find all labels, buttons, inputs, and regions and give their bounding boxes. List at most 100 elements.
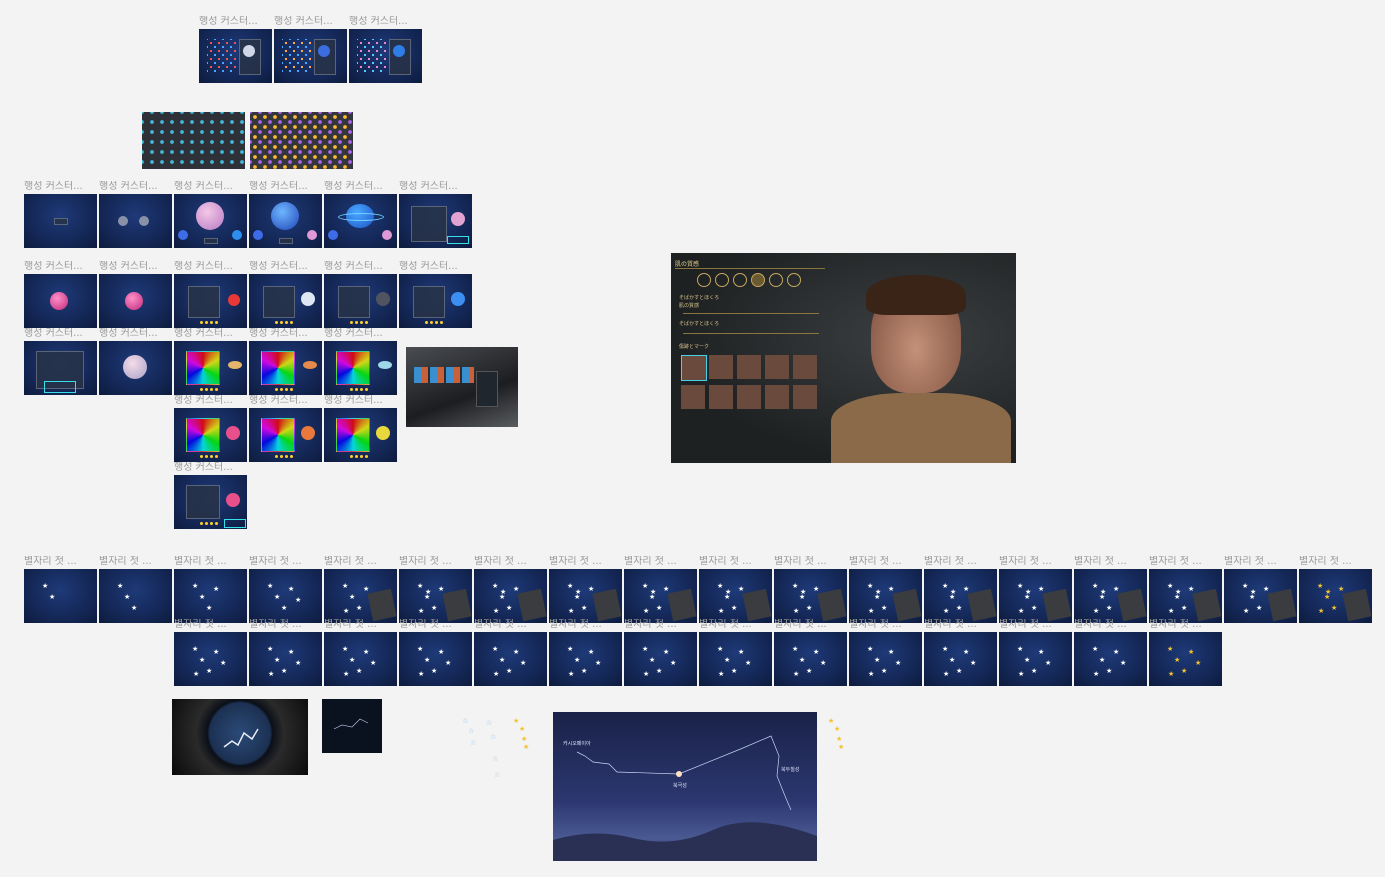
sky-label-polaris: 북극성 [673, 783, 687, 789]
planet-frame[interactable]: 행성 커스터... [324, 181, 397, 248]
constellation-frame[interactable]: 별자리 첫 ...★★★★★★ [1074, 619, 1147, 686]
planet-frame[interactable]: 행성 커스터... [349, 16, 422, 83]
star-icon: ★ [970, 659, 977, 667]
constellation-frame[interactable]: 별자리 첫 ...★★★★★★ [474, 619, 547, 686]
frame-thumbnail: ★ ★ [24, 569, 97, 623]
preset-tile[interactable] [793, 355, 817, 379]
constellation-frame[interactable]: 별자리 첫 ...★★★★★★ [1149, 619, 1222, 686]
planet-frame[interactable]: 행성 커스터... [24, 328, 97, 395]
constellation-frame[interactable]: 별자리 첫 ...★★★★★★ [324, 556, 397, 623]
planet-frame[interactable]: 행성 커스터... [174, 462, 247, 529]
constellation-frame[interactable]: 별자리 첫 ... ★★★★★★★ [399, 556, 472, 623]
constellation-frame[interactable]: 별자리 첫 ...★★★★★★ [399, 619, 472, 686]
planet-frame[interactable]: 행성 커스터... [99, 181, 172, 248]
constellation-frame[interactable]: 별자리 첫 ... ★ ★ ★ ★ ★ [249, 556, 322, 623]
constellation-frame[interactable]: 별자리 첫 ... ★★★★★★★ [924, 556, 997, 623]
frame-thumbnail: ★★★★★★★ [549, 569, 622, 623]
constellation-frame[interactable]: 별자리 첫 ... ★★★★★★★ [549, 556, 622, 623]
star-icon: ★ [1168, 607, 1175, 615]
star-icon: ★ [588, 585, 595, 593]
preset-tile[interactable] [793, 385, 817, 409]
planet-frame[interactable]: 행성 커스터... [249, 181, 322, 248]
planet-frame[interactable]: 행성 커스터... [174, 261, 247, 328]
planet-frame[interactable]: 행성 커스터... [324, 395, 397, 462]
constellation-frame[interactable]: 별자리 첫 ...★★★★★★ [924, 619, 997, 686]
planet-asset-sheet[interactable] [142, 112, 245, 169]
planet-frame[interactable]: 행성 커스터... [24, 181, 97, 248]
preset-tile[interactable] [737, 355, 761, 379]
planet-frame[interactable]: 행성 커스터... [99, 328, 172, 395]
constellation-frame[interactable]: 별자리 첫 ...★★★★★★ [549, 619, 622, 686]
constellation-frame[interactable]: 별자리 첫 ...★★★★★★ [174, 619, 247, 686]
star-icon: ★ [1181, 604, 1188, 612]
constellation-frame[interactable]: 별자리 첫 ...★★★★★★ [849, 619, 922, 686]
planet-frame[interactable]: 행성 커스터... [174, 181, 247, 248]
planet-frame[interactable]: 행성 커스터... [324, 328, 397, 395]
planet-frame[interactable]: 행성 커스터... [174, 328, 247, 395]
planet-frame[interactable]: 행성 커스터... [249, 395, 322, 462]
character-creator-reference[interactable]: 肌の質感 そばかすとほくろ 肌の質感 そばかすとほくろ 傷跡とマーク [671, 253, 1016, 463]
constellation-frame[interactable]: 별자리 첫 ...★★★★★★ [249, 619, 322, 686]
planet-frame[interactable]: 행성 커스터... [199, 16, 272, 83]
planet-frame[interactable]: 행성 커스터... [174, 395, 247, 462]
freckles-slider[interactable] [683, 333, 819, 334]
constellation-frame[interactable]: 별자리 첫 ... ★★★★★★★ [999, 556, 1072, 623]
planet-frame[interactable]: 행성 커스터... [399, 181, 472, 248]
preset-tile[interactable] [709, 385, 733, 409]
night-sky-reference[interactable] [322, 699, 382, 753]
constellation-frame[interactable]: 별자리 첫 ... ★★★★★★★ [1149, 556, 1222, 623]
frame-thumbnail [249, 341, 322, 395]
card-overlay [1192, 588, 1222, 622]
frame-thumbnail [142, 112, 245, 169]
constellation-frame[interactable]: 별자리 첫 ... ★★★★★★★ [1299, 556, 1372, 623]
preset-tile[interactable] [681, 355, 707, 381]
planet-frame[interactable]: 행성 커스터... [249, 261, 322, 328]
planet-frame[interactable]: 행성 커스터... [274, 16, 347, 83]
frame-thumbnail: ★★★★★★ [174, 632, 247, 686]
star-icon: ★ [349, 656, 356, 664]
constellation-frame[interactable]: 별자리 첫 ... ★★★★★★★ [1074, 556, 1147, 623]
star-icon: ★ [431, 667, 438, 675]
preset-tile[interactable] [737, 385, 761, 409]
planet-asset-sheet[interactable] [250, 112, 353, 169]
preset-tile[interactable] [765, 385, 789, 409]
planet-frame[interactable]: 행성 커스터... [99, 261, 172, 328]
constellation-frame[interactable]: 별자리 첫 ... ★ ★ [24, 556, 97, 623]
constellation-frame[interactable]: 별자리 첫 ...★★★★★★ [624, 619, 697, 686]
frame-label: 별자리 첫 ... [249, 619, 302, 630]
preset-tile[interactable] [681, 385, 705, 409]
star-icon: ★ [943, 670, 950, 678]
preset-tile[interactable] [709, 355, 733, 379]
star-icon: ★ [793, 607, 800, 615]
star-icon: ★ [731, 604, 738, 612]
star-icon: ★ [656, 604, 663, 612]
constellation-frame[interactable]: 별자리 첫 ... ★★★★★★★ [624, 556, 697, 623]
constellation-sky-scene[interactable]: 카시오페이아 북극성 북두칠성 [553, 712, 817, 861]
constellation-frame[interactable]: 별자리 첫 ... ★★★★★★★ [1224, 556, 1297, 623]
constellation-frame[interactable]: 별자리 첫 ...★★★★★★ [999, 619, 1072, 686]
frame-thumbnail: ★★★★★★★ [924, 569, 997, 623]
constellation-frame[interactable]: 별자리 첫 ... ★★★★★★★ [699, 556, 772, 623]
frame-label: 별자리 첫 ... [624, 619, 677, 630]
preset-tile[interactable] [765, 355, 789, 379]
constellation-frame[interactable]: 별자리 첫 ... ★ ★ ★ ★ [174, 556, 247, 623]
constellation-frame[interactable]: 별자리 첫 ...★★★★★★ [774, 619, 847, 686]
telescope-view-reference[interactable] [172, 699, 308, 775]
reference-photo[interactable] [406, 347, 518, 427]
constellation-frame[interactable]: 별자리 첫 ... ★★★★★★★ [474, 556, 547, 623]
star-icon: ★ [206, 604, 213, 612]
constellation-frame[interactable]: 별자리 첫 ... ★★★★★★★ [774, 556, 847, 623]
planet-frame[interactable]: 행성 커스터... [249, 328, 322, 395]
constellation-frame[interactable]: 별자리 첫 ... ★ ★ ★ [99, 556, 172, 623]
planet-frame[interactable]: 행성 커스터... [399, 261, 472, 328]
card-overlay [1342, 588, 1372, 622]
constellation-frame[interactable]: 별자리 첫 ... ★★★★★★★ [849, 556, 922, 623]
star-icon: ★ [418, 670, 425, 678]
star-icon: ★ [513, 585, 520, 593]
skin-texture-slider[interactable] [683, 313, 819, 314]
constellation-frame[interactable]: 별자리 첫 ...★★★★★★ [699, 619, 772, 686]
planet-frame[interactable]: 행성 커스터... [324, 261, 397, 328]
planet-frame[interactable]: 행성 커스터... [24, 261, 97, 328]
section-label: 傷跡とマーク [679, 344, 710, 350]
constellation-frame[interactable]: 별자리 첫 ...★★★★★★ [324, 619, 397, 686]
